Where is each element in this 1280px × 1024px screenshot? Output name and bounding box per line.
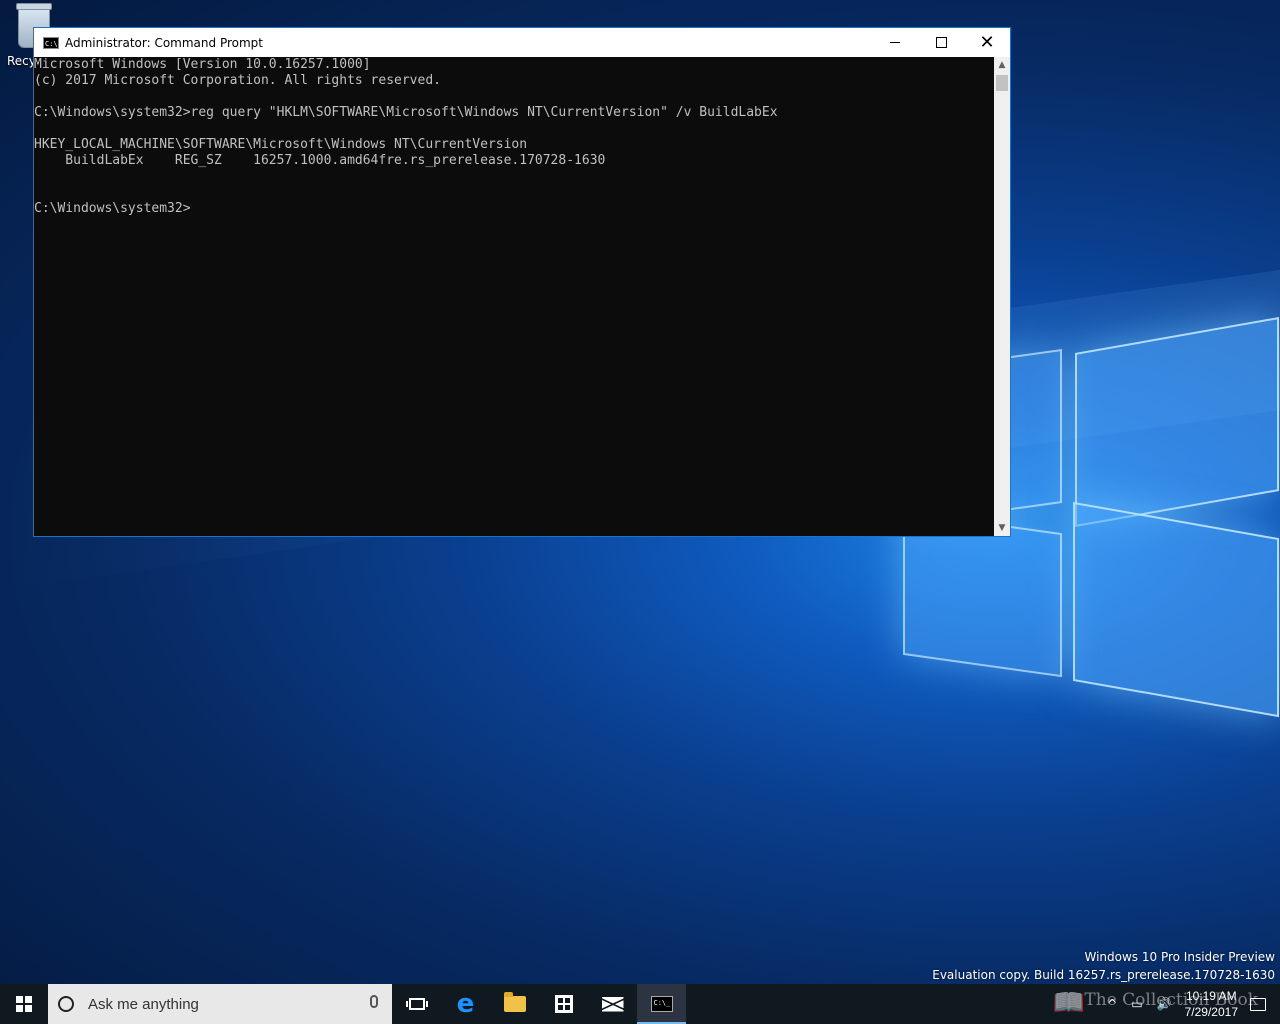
start-button[interactable] (0, 984, 48, 1024)
task-view-icon (405, 998, 428, 1010)
cmd-icon[interactable]: C:\ (43, 36, 59, 49)
taskbar-file-explorer[interactable] (490, 984, 539, 1024)
store-icon (554, 995, 573, 1013)
maximize-button[interactable] (918, 28, 964, 57)
overlay-watermark-text: The Collection Book (1084, 990, 1258, 1010)
search-input[interactable] (86, 994, 360, 1014)
title-bar[interactable]: C:\ Administrator: Command Prompt ✕ (34, 28, 1010, 57)
watermark-line: Windows 10 Pro Insider Preview (1084, 950, 1275, 964)
taskbar-mail[interactable] (588, 984, 637, 1024)
evaluation-watermark: Windows 10 Pro Insider Preview Evaluatio… (932, 948, 1275, 984)
chevron-down-icon: ▼ (998, 523, 1006, 533)
close-button[interactable]: ✕ (964, 28, 1010, 57)
window-controls: ✕ (872, 28, 1010, 57)
system-tray: 📖 The Collection Book ^ ▭ 🔊 10:19 AM 7/2… (1053, 984, 1280, 1024)
console-line: Microsoft Windows [Version 10.0.16257.10… (34, 57, 371, 72)
taskbar-store[interactable] (539, 984, 588, 1024)
console-prompt-line: C:\Windows\system32> (34, 201, 191, 216)
edge-icon: e (456, 989, 475, 1019)
scroll-down-button[interactable]: ▼ (994, 520, 1010, 536)
windows-logo-icon (16, 996, 32, 1012)
command-prompt-window[interactable]: C:\ Administrator: Command Prompt ✕ Micr… (33, 27, 1011, 537)
wallpaper-logo-pane (1075, 317, 1279, 527)
taskbar-task-view[interactable] (392, 984, 441, 1024)
scrollbar-thumb[interactable] (996, 75, 1008, 91)
folder-icon (503, 992, 526, 1012)
cortana-icon[interactable] (58, 996, 74, 1012)
console-line: C:\Windows\system32>reg query "HKLM\SOFT… (34, 105, 778, 120)
console-line: BuildLabEx REG_SZ 16257.1000.amd64fre.rs… (34, 153, 606, 168)
scroll-up-button[interactable]: ▲ (994, 57, 1010, 73)
search-box[interactable] (48, 984, 392, 1024)
vertical-scrollbar[interactable]: ▲ ▼ (994, 57, 1010, 536)
chevron-up-icon: ▲ (998, 60, 1006, 70)
mail-icon (601, 996, 624, 1012)
wallpaper-logo-pane (1073, 501, 1279, 718)
window-title: Administrator: Command Prompt (65, 35, 263, 50)
console-line: HKEY_LOCAL_MACHINE\SOFTWARE\Microsoft\Wi… (34, 137, 528, 152)
close-icon: ✕ (979, 32, 995, 53)
taskbar: e C:\_ 📖 The Collection Book ^ ▭ 🔊 10:19… (0, 984, 1280, 1024)
console-line: (c) 2017 Microsoft Corporation. All righ… (34, 73, 441, 88)
microphone-icon[interactable] (370, 995, 378, 1008)
minimize-button[interactable] (872, 28, 918, 57)
cmd-icon: C:\_ (650, 996, 673, 1012)
book-logo-icon: 📖 (1052, 988, 1085, 1018)
taskbar-command-prompt[interactable]: C:\_ (637, 984, 686, 1024)
watermark-line: Evaluation copy. Build 16257.rs_prerelea… (932, 968, 1275, 982)
console-output[interactable]: Microsoft Windows [Version 10.0.16257.10… (34, 57, 994, 536)
taskbar-edge[interactable]: e (441, 984, 490, 1024)
